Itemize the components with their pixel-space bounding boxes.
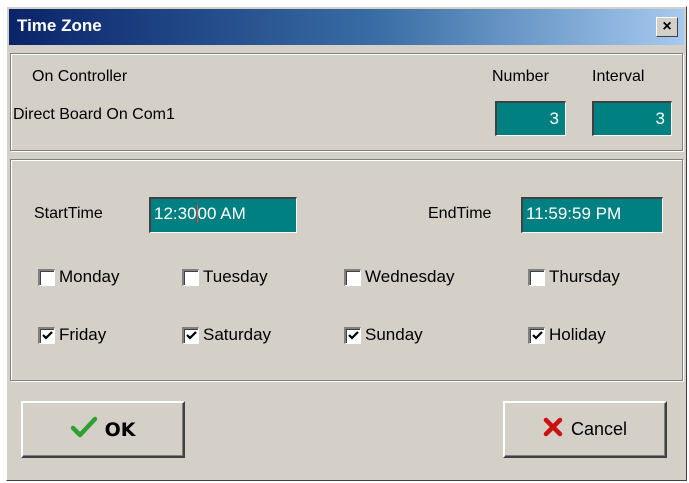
start-time-hhmm: 12:30 <box>154 204 197 223</box>
window-title: Time Zone <box>17 16 102 35</box>
checkmark-icon <box>70 416 97 443</box>
checkbox-monday[interactable]: Monday <box>38 267 119 287</box>
checkbox-box[interactable] <box>38 326 55 344</box>
interval-field[interactable]: 3 <box>592 101 672 136</box>
controller-value: Direct Board On Com1 <box>13 106 175 123</box>
cancel-button-label: Cancel <box>570 419 628 439</box>
start-time-field[interactable]: 12:3000 AM <box>149 197 297 233</box>
checkbox-box[interactable] <box>344 268 361 286</box>
check-mark-icon <box>347 331 359 340</box>
schedule-panel: StartTime 12:3000 AM EndTime 11:59:59 PM… <box>10 159 683 381</box>
checkbox-box[interactable] <box>182 268 199 286</box>
checkbox-sunday[interactable]: Sunday <box>344 325 423 345</box>
checkbox-holiday[interactable]: Holiday <box>528 325 606 345</box>
number-field[interactable]: 3 <box>495 101 566 136</box>
end-time-field[interactable]: 11:59:59 PM <box>521 197 663 233</box>
checkbox-label: Thursday <box>549 267 620 286</box>
close-icon: × <box>662 18 672 35</box>
number-label: Number <box>492 68 549 85</box>
cancel-button[interactable]: Cancel <box>503 401 667 458</box>
checkbox-label: Monday <box>59 267 120 286</box>
time-zone-dialog: Time Zone × On Controller Direct Board O… <box>6 6 687 481</box>
checkbox-label: Saturday <box>203 325 272 344</box>
check-mark-icon <box>531 331 543 340</box>
start-time-label: StartTime <box>34 205 103 222</box>
controller-panel: On Controller Direct Board On Com1 Numbe… <box>10 53 683 151</box>
check-mark-icon <box>41 331 53 340</box>
checkbox-saturday[interactable]: Saturday <box>182 325 271 345</box>
checkbox-box[interactable] <box>182 326 199 344</box>
close-button[interactable]: × <box>656 17 678 37</box>
checkbox-label: Tuesday <box>203 267 268 286</box>
checkbox-label: Friday <box>59 325 107 344</box>
ok-button-label: OK <box>104 418 136 441</box>
checkbox-box[interactable] <box>528 268 545 286</box>
end-time-label: EndTime <box>428 205 492 222</box>
checkbox-box[interactable] <box>38 268 55 286</box>
ok-button[interactable]: OK <box>21 401 185 458</box>
checkbox-tuesday[interactable]: Tuesday <box>182 267 268 287</box>
x-icon <box>543 417 563 442</box>
start-time-rest: 00 AM <box>197 204 246 223</box>
title-bar[interactable]: Time Zone × <box>9 9 684 45</box>
checkbox-wednesday[interactable]: Wednesday <box>344 267 454 287</box>
checkbox-label: Wednesday <box>365 267 455 286</box>
interval-label: Interval <box>592 68 645 85</box>
checkbox-label: Holiday <box>549 325 606 344</box>
checkbox-box[interactable] <box>344 326 361 344</box>
checkbox-box[interactable] <box>528 326 545 344</box>
checkbox-friday[interactable]: Friday <box>38 325 106 345</box>
checkbox-label: Sunday <box>365 325 423 344</box>
controller-heading: On Controller <box>32 68 128 85</box>
check-mark-icon <box>185 331 197 340</box>
checkbox-thursday[interactable]: Thursday <box>528 267 620 287</box>
